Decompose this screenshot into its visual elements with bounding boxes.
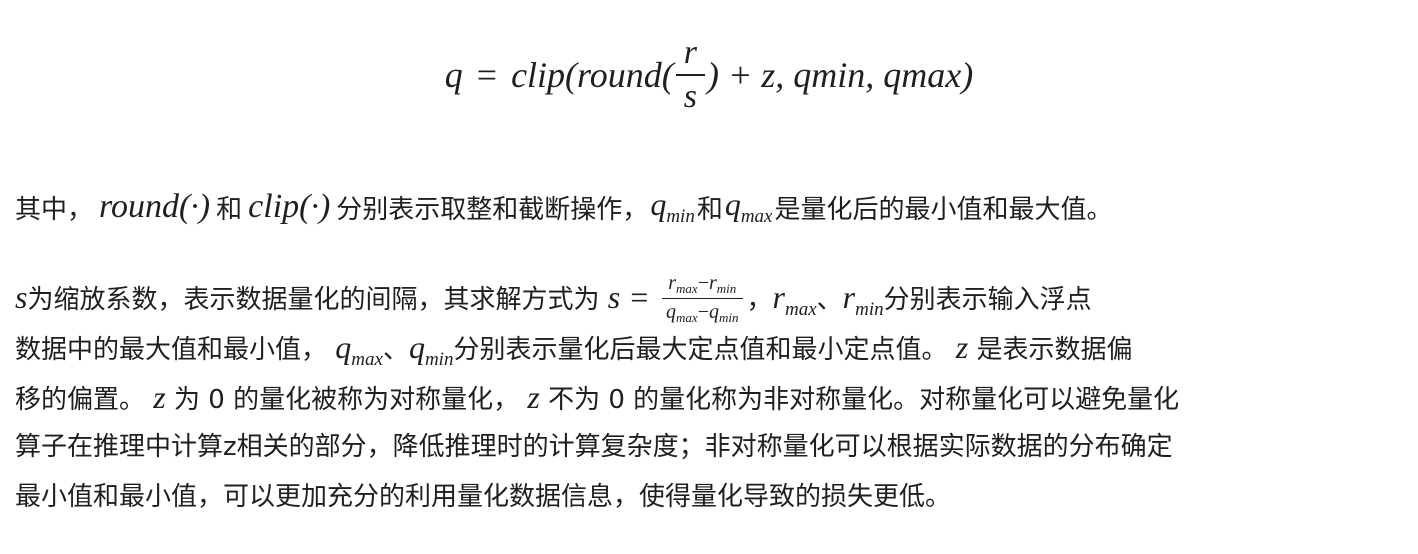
p2-line2-tail: 是表示数据偏 [976, 335, 1133, 365]
p2-line-1: s为缩放系数，表示数据量化的间隔，其求解方式为 s = rmax−rmin qm… [15, 272, 1405, 325]
num-r-min: r [709, 272, 717, 294]
r-max-symbol: rmax [772, 279, 817, 320]
q-max-base: q [724, 186, 741, 222]
q-max-symbol: qmax [725, 186, 773, 228]
p2-line-3: 移的偏置。 z 为 0 的量化被称为对称量化， z 不为 0 的量化称为非对称量… [15, 372, 1405, 422]
den-minus: − [697, 301, 709, 323]
p2-line-4: 算子在推理中计算z相关的部分，降低推理时的计算复杂度；非对称量化可以根据实际数据… [15, 432, 1173, 462]
formula-tail: ) + z, qmin, qmax) [706, 55, 974, 95]
p2-sep-1: 、 [816, 285, 843, 315]
p1-tail: 是量化后的最小值和最大值。 [774, 194, 1113, 225]
scale-fraction: rmax−rmin qmax−qmin [662, 273, 743, 325]
formula-q: q [444, 55, 463, 95]
q-max-symbol-2: qmax [335, 329, 383, 370]
p1-and2: 和 [696, 194, 723, 225]
q-min-symbol: qmin [650, 186, 695, 228]
fraction-denominator: s [675, 74, 705, 114]
paragraph-scale-factor: s为缩放系数，表示数据量化的间隔，其求解方式为 s = rmax−rmin qm… [15, 272, 1405, 522]
formula-fraction: r s [675, 34, 705, 114]
q-max-sub: max [740, 206, 773, 227]
r-min-sub: min [855, 299, 884, 320]
p1-middle: 分别表示取整和截断操作， [336, 194, 649, 225]
p2-line-2: 数据中的最大值和最小值， qmax、qmin分别表示量化后最大定点值和最小定点值… [15, 322, 1405, 372]
q-max-sub-2: max [351, 349, 383, 370]
q-min-sub: min [666, 206, 695, 227]
p1-lead: 其中， [15, 194, 94, 225]
z-variable-3: z [527, 379, 540, 415]
q-min-base: q [650, 186, 667, 222]
s-variable: s [15, 279, 28, 315]
clip-function: clip(·) [248, 188, 331, 225]
r-max-base: r [772, 279, 785, 315]
num-r-min-sub: min [716, 281, 737, 296]
p2-line2-head: 数据中的最大值和最小值， [15, 335, 328, 365]
p2-line2-mid: 分别表示量化后最大定点值和最小定点值。 [453, 335, 948, 365]
q-min-base-2: q [408, 329, 425, 365]
z-variable-1: z [955, 329, 969, 365]
formula-clip-round: clip(round( [511, 55, 674, 95]
r-min-symbol: rmin [842, 279, 884, 320]
num-r-max-sub: max [676, 281, 698, 296]
s-equals: s = [607, 279, 650, 315]
p2-line3-head: 移的偏置。 [15, 385, 146, 415]
p2-line1-tail: 分别表示输入浮点 [883, 285, 1092, 315]
r-max-sub: max [784, 299, 817, 320]
p2-line1-text: 为缩放系数，表示数据量化的间隔，其求解方式为 [27, 285, 600, 315]
den-q-min-sub: min [719, 310, 739, 325]
p2-line3-znot0: 不为 0 的量化称为非对称量化。对称量化可以避免量化 [548, 385, 1180, 415]
paragraph-round-clip: 其中， round(·) 和 clip(·) 分别表示取整和截断操作， qmin… [15, 182, 1405, 232]
p2-line1-comma: ， [746, 285, 773, 315]
r-min-base: r [842, 279, 856, 315]
q-min-sub-2: min [424, 349, 454, 370]
den-q-min: q [709, 301, 719, 323]
fraction-numerator: r [683, 34, 697, 71]
den-q-max-sub: max [676, 310, 698, 325]
p2-sep-2: 、 [382, 335, 409, 365]
z-variable-2: z [153, 379, 166, 415]
quantization-formula: q = clip(round( r s ) + z, qmin, qmax) [445, 20, 973, 130]
num-r-max: r [668, 272, 677, 294]
p2-line3-z0: 为 0 的量化被称为对称量化， [174, 385, 520, 415]
formula-equals: = [476, 55, 498, 95]
scale-fraction-denominator: qmax−qmin [662, 298, 743, 325]
num-minus: − [697, 272, 709, 294]
q-max-base-2: q [335, 329, 352, 365]
p2-line-5: 最小值和最小值，可以更加充分的利用量化数据信息，使得量化导致的损失更低。 [15, 482, 952, 512]
q-min-symbol-2: qmin [408, 329, 454, 370]
round-function: round(·) [99, 188, 211, 225]
main-formula: q = clip(round( r s ) + z, qmin, qmax) [0, 20, 1418, 130]
den-q-max: q [666, 301, 677, 323]
scale-fraction-numerator: rmax−rmin [664, 273, 740, 298]
p1-and1: 和 [216, 194, 243, 225]
